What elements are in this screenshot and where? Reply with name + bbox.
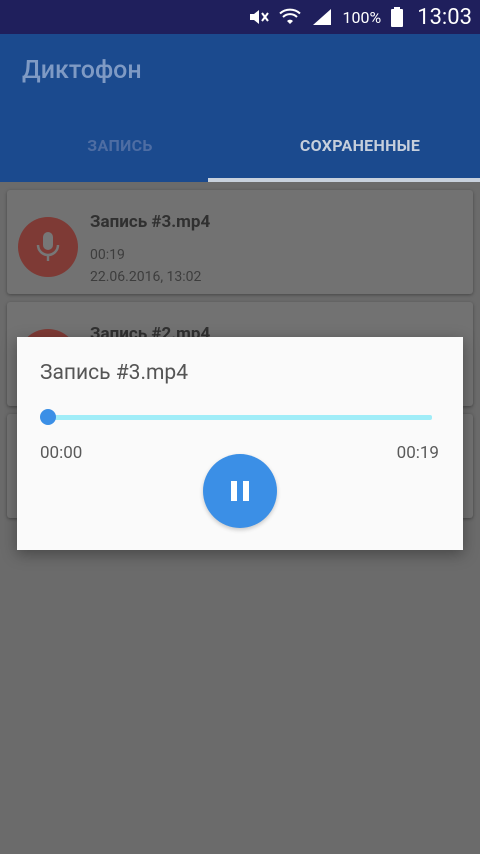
dialog-title: Запись #3.mp4 [40,361,189,385]
battery-percent: 100% [342,7,382,27]
pause-icon [231,481,249,501]
status-bar: 100% 13:03 [0,0,480,34]
recording-item[interactable]: Запись #3.mp4 00:19 22.06.2016, 13:02 [7,190,473,294]
current-time: 00:00 [40,443,83,463]
pause-button[interactable] [203,454,277,528]
seek-bar[interactable] [40,409,432,425]
total-time: 00:19 [396,443,439,463]
clock: 13:03 [417,4,472,30]
signal-icon [312,9,331,25]
app-title: Диктофон [22,56,142,85]
mute-icon [249,10,269,24]
tab-saved[interactable]: СОХРАНЕННЫЕ [240,108,480,182]
tab-indicator [208,178,480,182]
player-dialog: Запись #3.mp4 00:00 00:19 [17,337,463,550]
recording-date: 22.06.2016, 13:02 [90,269,202,285]
recording-title: Запись #3.mp4 [90,212,211,232]
recording-duration: 00:19 [90,247,125,263]
tab-bar: ЗАПИСЬ СОХРАНЕННЫЕ [0,108,480,182]
seek-thumb[interactable] [40,409,56,425]
app-bar: Диктофон ЗАПИСЬ СОХРАНЕННЫЕ [0,34,480,182]
tab-record[interactable]: ЗАПИСЬ [0,108,240,182]
battery-icon [391,7,404,27]
mic-icon [18,217,78,277]
wifi-icon [278,8,301,24]
